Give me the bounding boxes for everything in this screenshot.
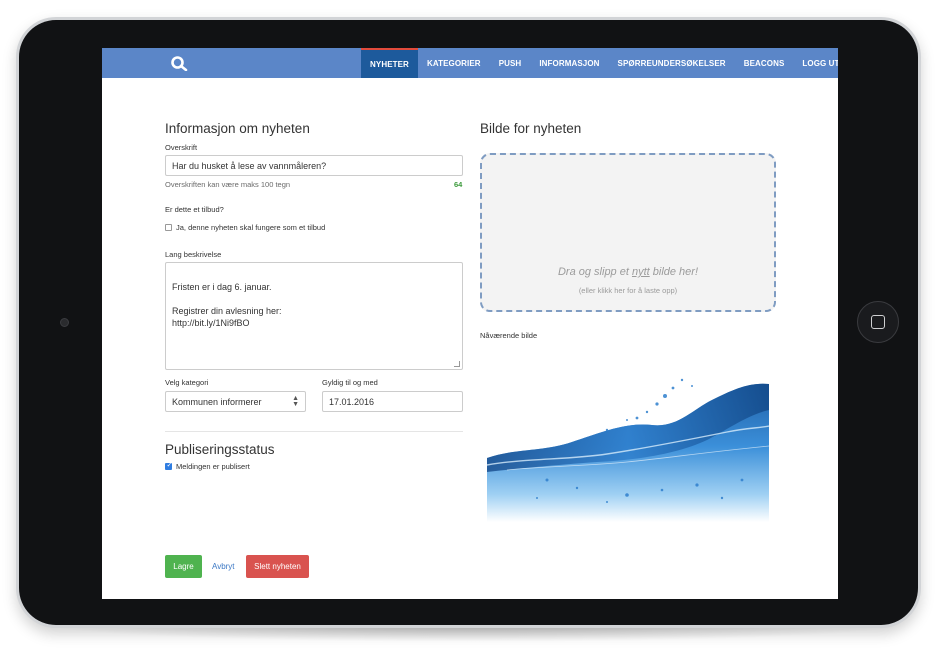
dropzone-text-before: Dra og slipp et: [557, 266, 632, 278]
headline-input[interactable]: Har du husket å lese av vannmåleren?: [165, 155, 463, 176]
description-label: Lang beskrivelse: [165, 250, 222, 259]
publish-status-title: Publiseringsstatus: [165, 442, 275, 457]
delete-button[interactable]: Slett nyheten: [246, 555, 309, 578]
home-square-icon: [871, 315, 885, 329]
dropzone-text-after: bilde her!: [649, 266, 699, 278]
valid-until-input[interactable]: 17.01.2016: [322, 391, 463, 412]
navbar: NYHETER KATEGORIER PUSH INFORMASJON SPØRREUN…: [102, 48, 838, 78]
category-select[interactable]: Kommunen informerer ▲ ▼: [165, 391, 306, 412]
dropzone-title: Dra og slipp et nytt bilde her!: [482, 266, 774, 278]
published-checkbox[interactable]: [165, 461, 172, 470]
home-button[interactable]: [857, 301, 899, 343]
nav-item-0[interactable]: NYHETER: [361, 48, 418, 78]
screen: NYHETER KATEGORIER PUSH INFORMASJON SPØRREUN…: [102, 48, 838, 599]
nav-item-2[interactable]: PUSH: [490, 48, 531, 78]
dropzone-subtext: (eller klikk her for å laste opp): [578, 286, 678, 295]
current-image-water: [487, 378, 769, 522]
nav-item-3[interactable]: INFORMASJON: [530, 48, 608, 78]
headline-help: Overskriften kan være maks 100 tegn: [165, 180, 291, 189]
image-dropzone[interactable]: Dra og slipp et nytt bilde her! (eller k…: [480, 153, 776, 312]
nav-item-1[interactable]: KATEGORIER: [418, 48, 490, 78]
headline-label: Overskrift: [165, 143, 198, 152]
description-textarea[interactable]: Fristen er i dag 6. januar. Registrer di…: [165, 262, 463, 370]
dropzone-text-link: nytt: [631, 266, 650, 278]
save-button[interactable]: Lagre: [165, 555, 202, 578]
section-title-image: Bilde for nyheten: [480, 121, 582, 136]
divider: [165, 431, 463, 432]
logo-icon[interactable]: [170, 55, 188, 71]
front-camera: [60, 318, 69, 327]
nav-item-4[interactable]: SPØRREUNDERSØKELSER: [609, 48, 735, 78]
cancel-link[interactable]: Avbryt: [212, 562, 235, 571]
category-value: Kommunen informerer: [172, 396, 262, 407]
valid-until-label: Gyldig til og med: [322, 378, 378, 387]
nav-item-5[interactable]: BEACONS: [735, 48, 794, 78]
headline-counter: 64: [454, 180, 463, 189]
nav-item-6[interactable]: LOGG UT: [793, 48, 838, 78]
description-text: Fristen er i dag 6. januar. Registrer di…: [172, 282, 282, 328]
category-label: Velg kategori: [165, 378, 209, 387]
offer-checkbox-label: Ja, denne nyheten skal fungere som et ti…: [176, 223, 326, 232]
section-title-info: Informasjon om nyheten: [165, 121, 310, 136]
published-checkbox-label: Meldingen er publisert: [176, 462, 250, 471]
offer-checkbox[interactable]: [165, 224, 172, 231]
current-image-label: Nåværende bilde: [480, 331, 538, 340]
resize-handle[interactable]: [454, 361, 460, 367]
offer-question: Er dette et tilbud?: [165, 205, 224, 214]
updown-arrows-icon: ▲ ▼: [292, 394, 299, 408]
main-nav: NYHETER KATEGORIER PUSH INFORMASJON SPØRREUN…: [361, 48, 838, 78]
